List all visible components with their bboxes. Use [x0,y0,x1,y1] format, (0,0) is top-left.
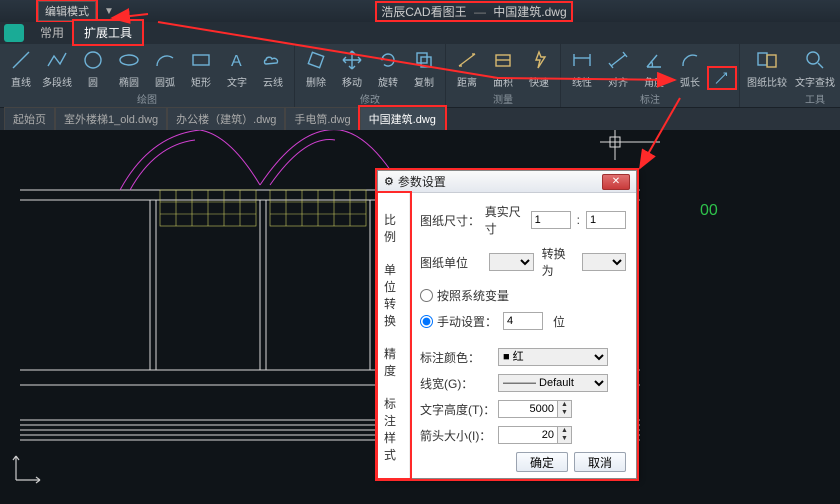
file-tab-bar: 起始页 室外楼梯1_old.dwg 办公楼（建筑）.dwg 手电筒.dwg 中国… [0,108,840,130]
svg-text:A: A [231,53,242,70]
dim-aligned-button[interactable]: 对齐 [601,46,635,89]
spin-down-icon[interactable]: ▼ [558,435,571,443]
paper-size-label: 图纸尺寸： [420,212,485,229]
copy-button[interactable]: 复制 [407,46,441,89]
file-tab-4[interactable]: 中国建筑.dwg [360,107,445,130]
dropdown-arrow-icon[interactable]: ▼ [104,6,114,17]
app-logo-icon[interactable] [4,24,24,42]
dialog-title: 参数设置 [398,173,602,190]
compare-button[interactable]: 图纸比较 [744,46,790,89]
dialog-titlebar[interactable]: ⚙ 参数设置 ✕ [378,171,636,193]
ok-button[interactable]: 确定 [516,452,568,472]
file-tab-1[interactable]: 室外楼梯1_old.dwg [55,107,167,130]
file-tab-2[interactable]: 办公楼（建筑）.dwg [167,107,285,130]
ellipse-button[interactable]: 椭圆 [112,46,146,89]
erase-button[interactable]: 删除 [299,46,333,89]
scale-left-input[interactable] [531,211,571,229]
side-precision[interactable]: 精度 [378,337,409,387]
spin-down-icon[interactable]: ▼ [558,409,571,417]
manual-label: 手动设置： [437,313,497,330]
dialog-content: 图纸尺寸： 真实尺寸 : 图纸单位 转换为 按照系统变量 手动设置： 位 [410,193,636,478]
arc-button[interactable]: 圆弧 [148,46,182,89]
ribbon-group-tools: 图纸比较 文字查找 外部参照 工具 [740,44,840,107]
settings-icon: ⚙ [384,175,394,188]
spin-up-icon[interactable]: ▲ [558,401,571,409]
side-scale[interactable]: 比例 [378,203,409,253]
polyline-button[interactable]: 多段线 [40,46,74,89]
cloud-button[interactable]: 云线 [256,46,290,89]
parameter-settings-dialog: ⚙ 参数设置 ✕ 比例 单位转换 精度 标注样式 图纸尺寸： 真实尺寸 : 图纸… [377,170,637,479]
real-size-label: 真实尺寸 [485,203,525,237]
arrow-size-input[interactable] [498,426,558,444]
group-label-annotate: 标注 [565,90,735,107]
group-label-edit: 修改 [299,90,441,107]
side-dimstyle[interactable]: 标注样式 [378,387,409,471]
ribbon-group-draw: 直线 多段线 圆 椭圆 圆弧 矩形 A文字 云线 绘图 [0,44,295,107]
ribbon: 直线 多段线 圆 椭圆 圆弧 矩形 A文字 云线 绘图 删除 移动 旋转 复制 … [0,44,840,108]
file-tab-start[interactable]: 起始页 [4,107,55,130]
quick-button[interactable]: 快速 [522,46,556,89]
convert-to-label: 转换为 [542,245,574,279]
app-title: 浩辰CAD看图王 [381,3,466,20]
lineweight-label: 线宽(G)： [420,375,498,392]
dim-linear-button[interactable]: 线性 [565,46,599,89]
canvas-text: 00 [700,202,718,219]
arrow-size-label: 箭头大小(I)： [420,427,498,444]
group-label-measure: 测量 [450,90,556,107]
lineweight-select[interactable]: ——— Default [498,374,608,392]
find-text-button[interactable]: 文字查找 [792,46,838,89]
line-button[interactable]: 直线 [4,46,38,89]
close-button[interactable]: ✕ [602,174,630,190]
file-tab-3[interactable]: 手电筒.dwg [285,107,359,130]
doc-title: 中国建筑.dwg [493,3,566,20]
group-label-tools: 工具 [744,90,840,107]
cancel-button[interactable]: 取消 [574,452,626,472]
tab-common[interactable]: 常用 [30,21,74,44]
area-button[interactable]: 面积 [486,46,520,89]
dim-color-label: 标注颜色： [420,349,498,366]
tab-ext-tools[interactable]: 扩展工具 [74,21,142,44]
unit-digit-label: 位 [553,313,565,330]
scale-right-input[interactable] [586,211,626,229]
distance-button[interactable]: 距离 [450,46,484,89]
ribbon-group-annotate: 线性 对齐 角度 弧长 标注 [561,44,740,107]
edit-mode-label[interactable]: 编辑模式 [38,1,96,21]
dialog-sidebar: 比例 单位转换 精度 标注样式 [378,193,410,478]
text-height-input[interactable] [498,400,558,418]
menu-bar: 常用 扩展工具 [0,22,840,44]
sysvar-radio[interactable] [420,289,433,302]
text-height-label: 文字高度(T)： [420,401,498,418]
move-button[interactable]: 移动 [335,46,369,89]
group-label-draw: 绘图 [4,90,290,107]
spin-up-icon[interactable]: ▲ [558,427,571,435]
text-button[interactable]: A文字 [220,46,254,89]
rect-button[interactable]: 矩形 [184,46,218,89]
rotate-button[interactable]: 旋转 [371,46,405,89]
side-unit[interactable]: 单位转换 [378,253,409,337]
manual-value-input[interactable] [503,312,543,330]
paper-unit-label: 图纸单位 [420,254,489,271]
convert-to-select[interactable] [582,253,627,271]
dim-arc-button[interactable]: 弧长 [673,46,707,89]
circle-button[interactable]: 圆 [76,46,110,89]
dim-angular-button[interactable]: 角度 [637,46,671,89]
dim-settings-button[interactable] [709,68,735,88]
title-bar: 编辑模式 ▼ 浩辰CAD看图王 — 中国建筑.dwg [0,0,840,22]
manual-radio[interactable] [420,315,433,328]
ribbon-group-edit: 删除 移动 旋转 复制 修改 [295,44,446,107]
dim-color-select[interactable]: ■ 红 [498,348,608,366]
paper-unit-select[interactable] [489,253,534,271]
ribbon-group-measure: 距离 面积 快速 测量 [446,44,561,107]
sysvar-label: 按照系统变量 [437,287,509,304]
